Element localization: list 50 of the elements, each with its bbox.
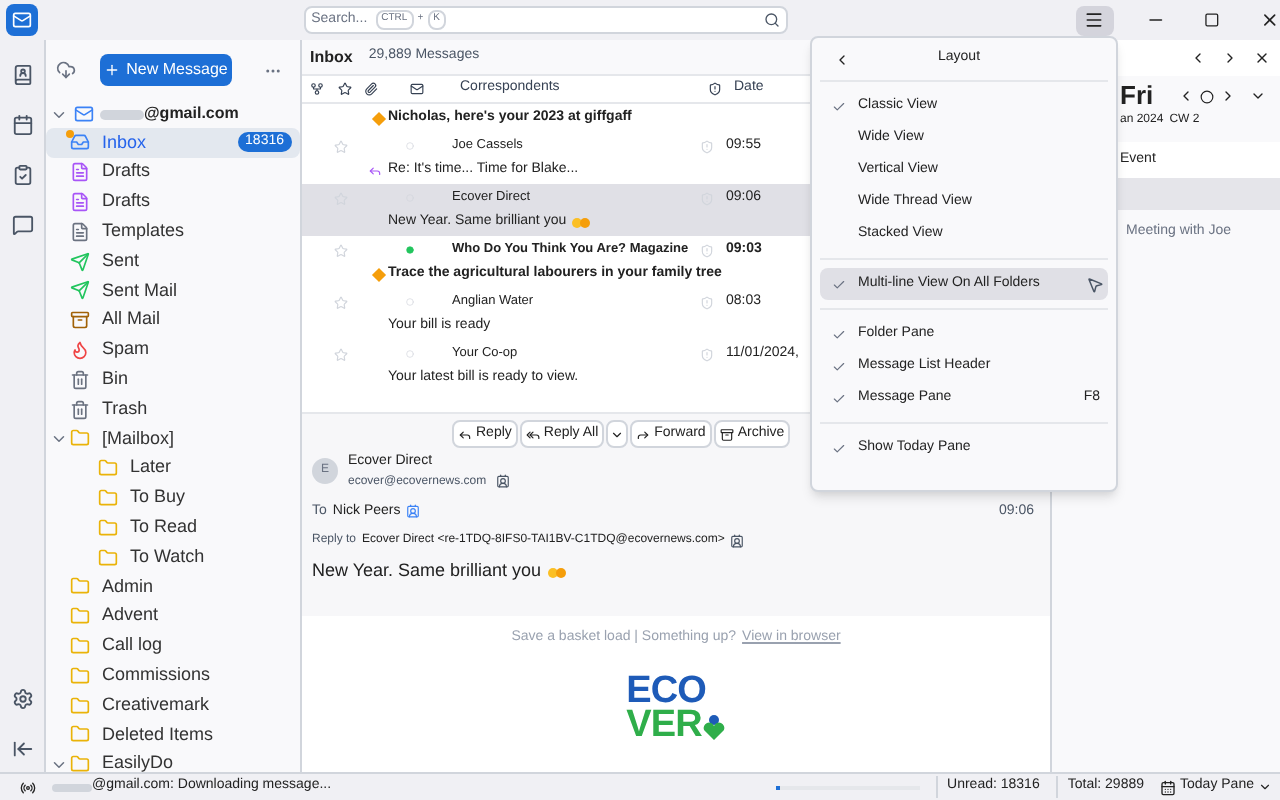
folder-item[interactable]: All Mail [46, 305, 300, 336]
folder-item[interactable]: Deleted Items [46, 719, 300, 750]
folder-item[interactable]: To Buy [46, 483, 300, 513]
folder-name: Advent [102, 602, 159, 629]
folder-item[interactable]: Spam [46, 335, 300, 365]
folder-item[interactable]: Commissions [46, 660, 300, 691]
folder-item[interactable]: To Read [46, 512, 300, 543]
folder-name: Call log [102, 632, 163, 659]
folder-item[interactable]: Drafts [46, 157, 300, 188]
logo-text: ECO [626, 673, 708, 707]
folder-name: Sent Mail [102, 277, 178, 304]
folder-name: Sent [102, 247, 140, 274]
folder-item[interactable]: To Watch [46, 542, 300, 572]
folder-name: Spam [102, 336, 150, 363]
folder-name: To Buy [130, 484, 186, 511]
folder-name: Later [130, 454, 172, 481]
folder-item[interactable]: Drafts [46, 187, 300, 217]
folder-item[interactable]: Sent Mail [46, 275, 300, 306]
folder-name: Trash [102, 395, 148, 422]
folder-item[interactable]: EasilyDo [46, 749, 300, 772]
folder-name: Inbox [102, 129, 147, 156]
folder-item[interactable]: Templates [46, 216, 300, 247]
logo-text: VER [626, 707, 702, 741]
message-subject: New Year. Same brilliant you [312, 558, 542, 584]
folder-name: [Mailbox] [102, 425, 175, 452]
folder-name: To Watch [130, 543, 205, 570]
folder-item[interactable]: Creativemark [46, 690, 300, 720]
folder-name: Commissions [102, 661, 211, 688]
folder-item[interactable]: [Mailbox] [46, 423, 300, 454]
folder-item[interactable]: Sent [46, 246, 300, 276]
folder-item[interactable]: Later [46, 453, 300, 484]
folder-name: All Mail [102, 306, 161, 333]
folder-item[interactable]: Call log [46, 631, 300, 661]
folder-name: Admin [102, 573, 154, 600]
folder-item[interactable]: Bin [46, 364, 300, 395]
folder-name: Drafts [102, 158, 151, 185]
account-name: @gmail.com [144, 102, 239, 126]
folder-name: Deleted Items [102, 721, 214, 748]
folder-item[interactable]: Admin [46, 571, 300, 602]
folder-item[interactable]: Trash [46, 394, 300, 424]
day-name: Fri [1120, 78, 1154, 113]
folder-item[interactable]: Advent [46, 601, 300, 632]
folder-name: Templates [102, 218, 185, 245]
folder-name: EasilyDo [102, 750, 174, 772]
folder-name: Bin [102, 366, 129, 393]
folder-title: Inbox [310, 45, 353, 69]
folder-name: To Read [130, 514, 198, 540]
folder-name: Creativemark [102, 691, 210, 718]
folder-name: Drafts [102, 188, 151, 215]
new-message-button[interactable]: New Message [100, 54, 232, 86]
